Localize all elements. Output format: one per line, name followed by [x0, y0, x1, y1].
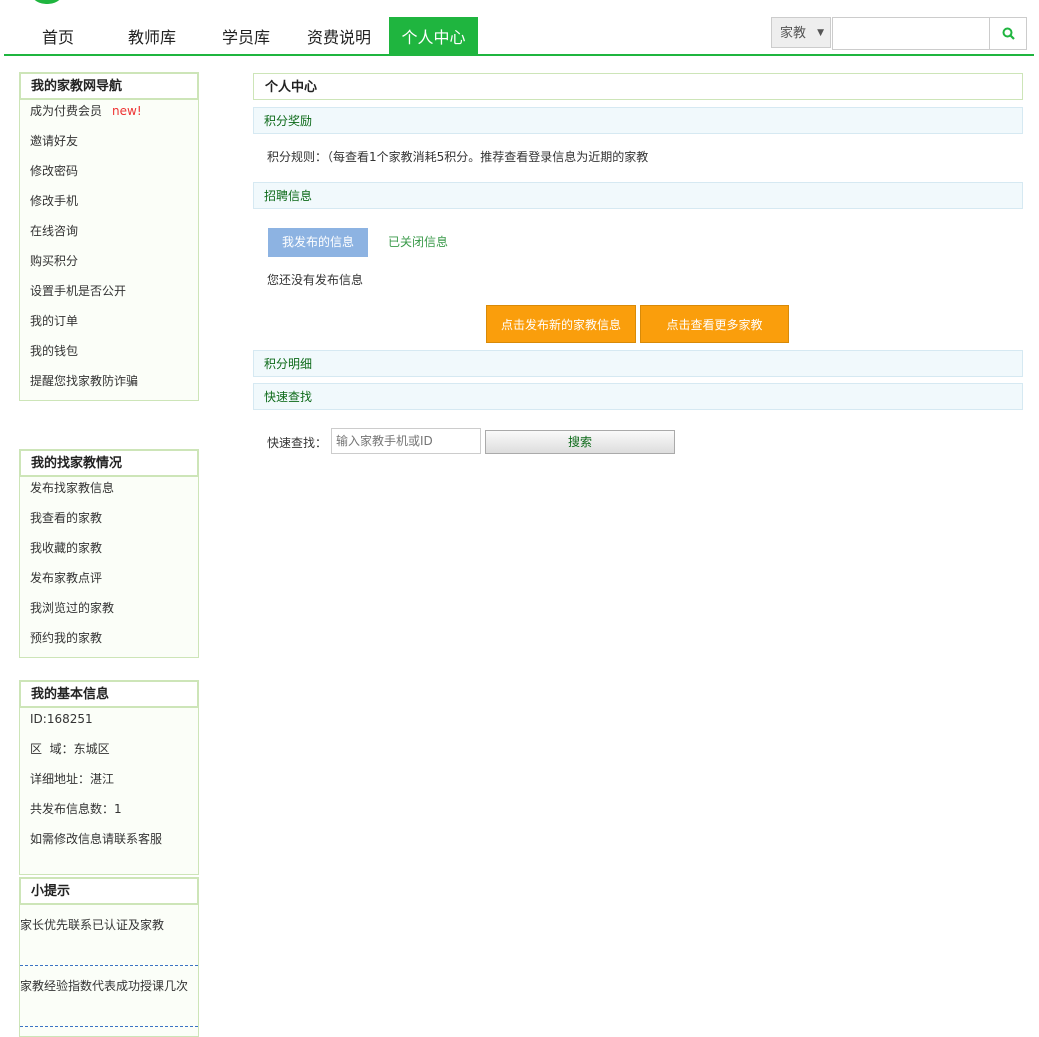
sidebar-info-box: 我的基本信息 ID:168251 区 域：东城区 详细地址：湛江 共发布信息数：…	[19, 680, 199, 875]
dropdown-arrow-icon: ▼	[817, 28, 824, 38]
nav-underline	[4, 54, 1034, 56]
tip-item: 家长优先联系已认证及家教	[20, 905, 198, 966]
sidebar-item-online-consult[interactable]: 在线咨询	[20, 220, 198, 250]
quick-search-button[interactable]: 搜索	[485, 430, 675, 454]
quick-search-label: 快速查找：	[267, 436, 328, 450]
logo[interactable]	[28, 0, 66, 4]
new-badge: new!	[112, 104, 142, 118]
sidebar-tips-box: 小提示 家长优先联系已认证及家教 家教经验指数代表成功授课几次	[19, 877, 199, 1037]
sidebar-find-title: 我的找家教情况	[20, 450, 198, 477]
sidebar-nav-list: 成为付费会员 new! 邀请好友 修改密码 修改手机 在线咨询 购买积分 设置手机…	[20, 100, 198, 400]
section-quick-search[interactable]: 快速查找	[253, 383, 1023, 410]
sidebar-item-booked-tutors[interactable]: 预约我的家教	[20, 627, 198, 657]
sidebar-item-publish-review[interactable]: 发布家教点评	[20, 567, 198, 597]
info-region: 区 域：东城区	[30, 742, 110, 756]
page-title: 个人中心	[253, 73, 1023, 100]
sidebar-nav-box: 我的家教网导航 成为付费会员 new! 邀请好友 修改密码 修改手机 在线咨询 购…	[19, 72, 199, 401]
nav-pricing[interactable]: 资费说明	[298, 17, 380, 55]
info-post-count: 共发布信息数：1	[30, 802, 122, 816]
view-more-tutors-button[interactable]: 点击查看更多家教	[640, 305, 789, 343]
sidebar-info-title: 我的基本信息	[20, 681, 198, 708]
points-rule-text: 积分规则：（每查看1个家教消耗5积分。推荐查看登录信息为近期的家教	[267, 150, 649, 164]
sidebar-item-label: 成为付费会员	[30, 104, 103, 118]
sidebar-item-invite-friends[interactable]: 邀请好友	[20, 130, 198, 160]
sidebar-nav-title: 我的家教网导航	[20, 73, 198, 100]
sidebar-item-change-phone[interactable]: 修改手机	[20, 190, 198, 220]
sidebar-item-my-orders[interactable]: 我的订单	[20, 310, 198, 340]
search-type-value: 家教	[780, 26, 807, 41]
sidebar-find-box: 我的找家教情况 发布找家教信息 我查看的家教 我收藏的家教 发布家教点评 我浏览…	[19, 449, 199, 658]
sidebar-item-browsed-tutors[interactable]: 我浏览过的家教	[20, 597, 198, 627]
search-input[interactable]	[832, 17, 990, 50]
sidebar-item-anti-fraud[interactable]: 提醒您找家教防诈骗	[20, 370, 198, 400]
quick-search-input[interactable]	[331, 428, 481, 454]
info-address: 详细地址：湛江	[30, 772, 115, 786]
sidebar-tips-title: 小提示	[20, 878, 198, 905]
info-id: ID:168251	[30, 712, 93, 726]
section-points-detail[interactable]: 积分明细	[253, 350, 1023, 377]
nav-home[interactable]: 首页	[26, 17, 90, 55]
section-points-reward[interactable]: 积分奖励	[253, 107, 1023, 134]
search-button[interactable]	[989, 17, 1027, 50]
nav-teacher-library[interactable]: 教师库	[118, 17, 186, 55]
sidebar-find-list: 发布找家教信息 我查看的家教 我收藏的家教 发布家教点评 我浏览过的家教 预约我…	[20, 477, 198, 657]
sidebar-item-buy-points[interactable]: 购买积分	[20, 250, 198, 280]
nav-personal-center[interactable]: 个人中心	[389, 17, 478, 55]
tab-closed-posts[interactable]: 已关闭信息	[388, 228, 448, 257]
sidebar-item-publish-request[interactable]: 发布找家教信息	[20, 477, 198, 507]
sidebar-item-viewed-tutors[interactable]: 我查看的家教	[20, 507, 198, 537]
sidebar-item-change-password[interactable]: 修改密码	[20, 160, 198, 190]
tab-my-posts[interactable]: 我发布的信息	[268, 228, 368, 257]
search-type-select[interactable]: 家教 ▼	[771, 17, 831, 48]
sidebar-item-phone-visibility[interactable]: 设置手机是否公开	[20, 280, 198, 310]
sidebar-info-list: ID:168251 区 域：东城区 详细地址：湛江 共发布信息数：1 如需修改信…	[20, 708, 198, 858]
sidebar-item-favorite-tutors[interactable]: 我收藏的家教	[20, 537, 198, 567]
sidebar-item-become-member[interactable]: 成为付费会员 new!	[20, 100, 198, 130]
publish-new-button[interactable]: 点击发布新的家教信息	[486, 305, 636, 343]
section-recruit-info[interactable]: 招聘信息	[253, 182, 1023, 209]
nav-student-library[interactable]: 学员库	[212, 17, 280, 55]
info-contact-support: 如需修改信息请联系客服	[30, 832, 163, 846]
empty-posts-text: 您还没有发布信息	[267, 273, 364, 287]
sidebar-item-my-wallet[interactable]: 我的钱包	[20, 340, 198, 370]
search-icon	[1002, 27, 1015, 40]
tip-item: 家教经验指数代表成功授课几次	[20, 966, 198, 1027]
